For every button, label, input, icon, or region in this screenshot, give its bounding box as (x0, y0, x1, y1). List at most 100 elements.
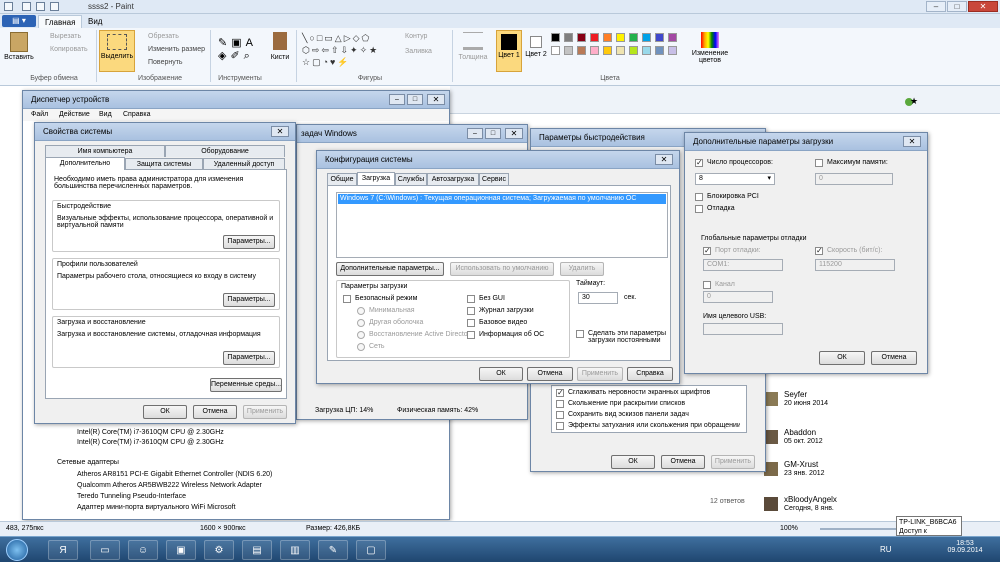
ok-button[interactable]: ОК (819, 351, 865, 365)
usb-input[interactable] (703, 323, 783, 335)
apply-button[interactable]: Применить (243, 405, 287, 419)
color-swatch[interactable] (590, 46, 599, 55)
user-name[interactable]: Seyfer (784, 390, 807, 399)
crop-button[interactable]: Обрезать (148, 33, 179, 40)
device-manager-icon[interactable]: ▣ (166, 540, 196, 560)
device-item[interactable]: Intel(R) Core(TM) i7-3610QM CPU @ 2.30GH… (77, 429, 224, 436)
edit-colors-button[interactable]: Изменение цветов (688, 32, 732, 64)
star-icon[interactable]: ★ (910, 96, 918, 107)
close-button[interactable]: ✕ (505, 128, 523, 139)
color-swatch[interactable] (655, 46, 664, 55)
startup-settings-button[interactable]: Параметры... (223, 351, 275, 365)
shapes-gallery[interactable]: ╲○□▭△▷◇⬠ ⬡⇨⇦⇧⇩✦✧★ ☆▢◔♥⚡ (302, 32, 402, 68)
debug-checkbox[interactable] (695, 205, 703, 213)
speed-select[interactable]: 115200 (815, 259, 895, 271)
color-swatch[interactable] (642, 46, 651, 55)
color-swatch[interactable] (668, 46, 677, 55)
advanced-options-button[interactable]: Дополнительные параметры... (336, 262, 444, 276)
paste-button[interactable]: Вставить (4, 32, 34, 61)
clock[interactable]: 18:53 09.09.2014 (944, 540, 986, 554)
port-select[interactable]: COM1: (703, 259, 783, 271)
color-swatch[interactable] (577, 33, 586, 42)
color-swatch[interactable] (616, 46, 625, 55)
numproc-checkbox[interactable] (695, 158, 703, 167)
effect-checkbox[interactable] (556, 388, 564, 397)
port-checkbox[interactable] (703, 246, 711, 255)
channel-checkbox[interactable] (703, 281, 711, 289)
menu-help[interactable]: Справка (123, 111, 150, 118)
ok-button[interactable]: ОК (611, 455, 655, 469)
explorer-icon[interactable]: ▭ (90, 540, 120, 560)
pcilock-checkbox[interactable] (695, 193, 703, 201)
tab-computer-name[interactable]: Имя компьютера (45, 145, 165, 157)
channel-input[interactable]: 0 (703, 291, 773, 303)
minimize-button[interactable]: – (389, 94, 405, 105)
yandex-browser-icon[interactable]: Я (48, 540, 78, 560)
copy-button[interactable]: Копировать (50, 46, 88, 53)
cancel-button[interactable]: Отмена (871, 351, 917, 365)
close-button[interactable]: ✕ (968, 1, 998, 12)
toolbox-icon[interactable]: ▤ (242, 540, 272, 560)
tab-general[interactable]: Общие (327, 173, 357, 185)
maximize-button[interactable]: □ (947, 1, 967, 12)
user-name[interactable]: xBloodyAngelx (784, 495, 837, 504)
nogui-checkbox[interactable] (467, 295, 475, 303)
color-swatch[interactable] (603, 46, 612, 55)
color-swatch[interactable] (577, 46, 586, 55)
color-swatch[interactable] (629, 33, 638, 42)
maxmem-checkbox[interactable] (815, 159, 823, 167)
tab-hardware[interactable]: Оборудование (165, 145, 285, 157)
effect-checkbox[interactable] (556, 400, 564, 408)
tab-home[interactable]: Главная (38, 15, 83, 28)
safe-boot-checkbox[interactable] (343, 295, 351, 303)
device-category[interactable]: Сетевые адаптеры (57, 459, 119, 466)
profiles-settings-button[interactable]: Параметры... (223, 293, 275, 307)
fill-button[interactable]: Заливка (405, 48, 432, 55)
device-item[interactable]: Intel(R) Core(TM) i7-3610QM CPU @ 2.30GH… (77, 439, 224, 446)
window-icon[interactable]: ▢ (356, 540, 386, 560)
set-default-button[interactable]: Использовать по умолчанию (450, 262, 554, 276)
select-button[interactable]: Выделить (99, 30, 135, 72)
delete-button[interactable]: Удалить (560, 262, 604, 276)
color-swatch[interactable] (642, 33, 651, 42)
menu-action[interactable]: Действие (59, 111, 90, 118)
permanent-checkbox[interactable] (576, 330, 584, 338)
color-swatch[interactable] (603, 33, 612, 42)
device-item[interactable]: Адаптер мини-порта виртуального WiFi Mic… (77, 504, 236, 511)
user-name[interactable]: GM-Xrust (784, 460, 818, 469)
ok-button[interactable]: ОК (143, 405, 187, 419)
color-swatch[interactable] (564, 33, 573, 42)
tab-startup[interactable]: Автозагрузка (427, 173, 479, 185)
bootlog-checkbox[interactable] (467, 307, 475, 315)
color-swatch[interactable] (590, 33, 599, 42)
tab-view[interactable]: Вид (82, 15, 108, 28)
start-button[interactable] (6, 539, 28, 561)
device-item[interactable]: Qualcomm Atheros AR5BWB222 Wireless Netw… (77, 482, 262, 489)
brushes-button[interactable]: Кисти (268, 32, 292, 61)
effect-checkbox[interactable] (556, 422, 564, 430)
paint-app-icon[interactable] (4, 2, 13, 11)
cut-button[interactable]: Вырезать (50, 33, 81, 40)
network-radio[interactable] (357, 343, 365, 351)
maximize-button[interactable]: □ (485, 128, 501, 139)
save-icon[interactable] (22, 2, 31, 11)
speed-checkbox[interactable] (815, 246, 823, 255)
undo-icon[interactable] (36, 2, 45, 11)
close-button[interactable]: ✕ (271, 126, 289, 137)
user-name[interactable]: Abaddon (784, 428, 816, 437)
outline-button[interactable]: Контур (405, 33, 427, 40)
color-swatch[interactable] (668, 33, 677, 42)
app-icon[interactable]: ☺ (128, 540, 158, 560)
close-button[interactable]: ✕ (655, 154, 673, 165)
color-swatch[interactable] (564, 46, 573, 55)
cancel-button[interactable]: Отмена (661, 455, 705, 469)
ok-button[interactable]: ОК (479, 367, 523, 381)
cancel-button[interactable]: Отмена (193, 405, 237, 419)
altshell-radio[interactable] (357, 319, 365, 327)
numproc-select[interactable]: 8 ▾ (695, 173, 775, 185)
paint-menu-button[interactable]: ▤ ▾ (2, 15, 36, 27)
redo-icon[interactable] (50, 2, 59, 11)
system-config-icon[interactable]: ⚙ (204, 540, 234, 560)
tab-services[interactable]: Службы (395, 173, 427, 185)
effect-checkbox[interactable] (556, 411, 564, 419)
